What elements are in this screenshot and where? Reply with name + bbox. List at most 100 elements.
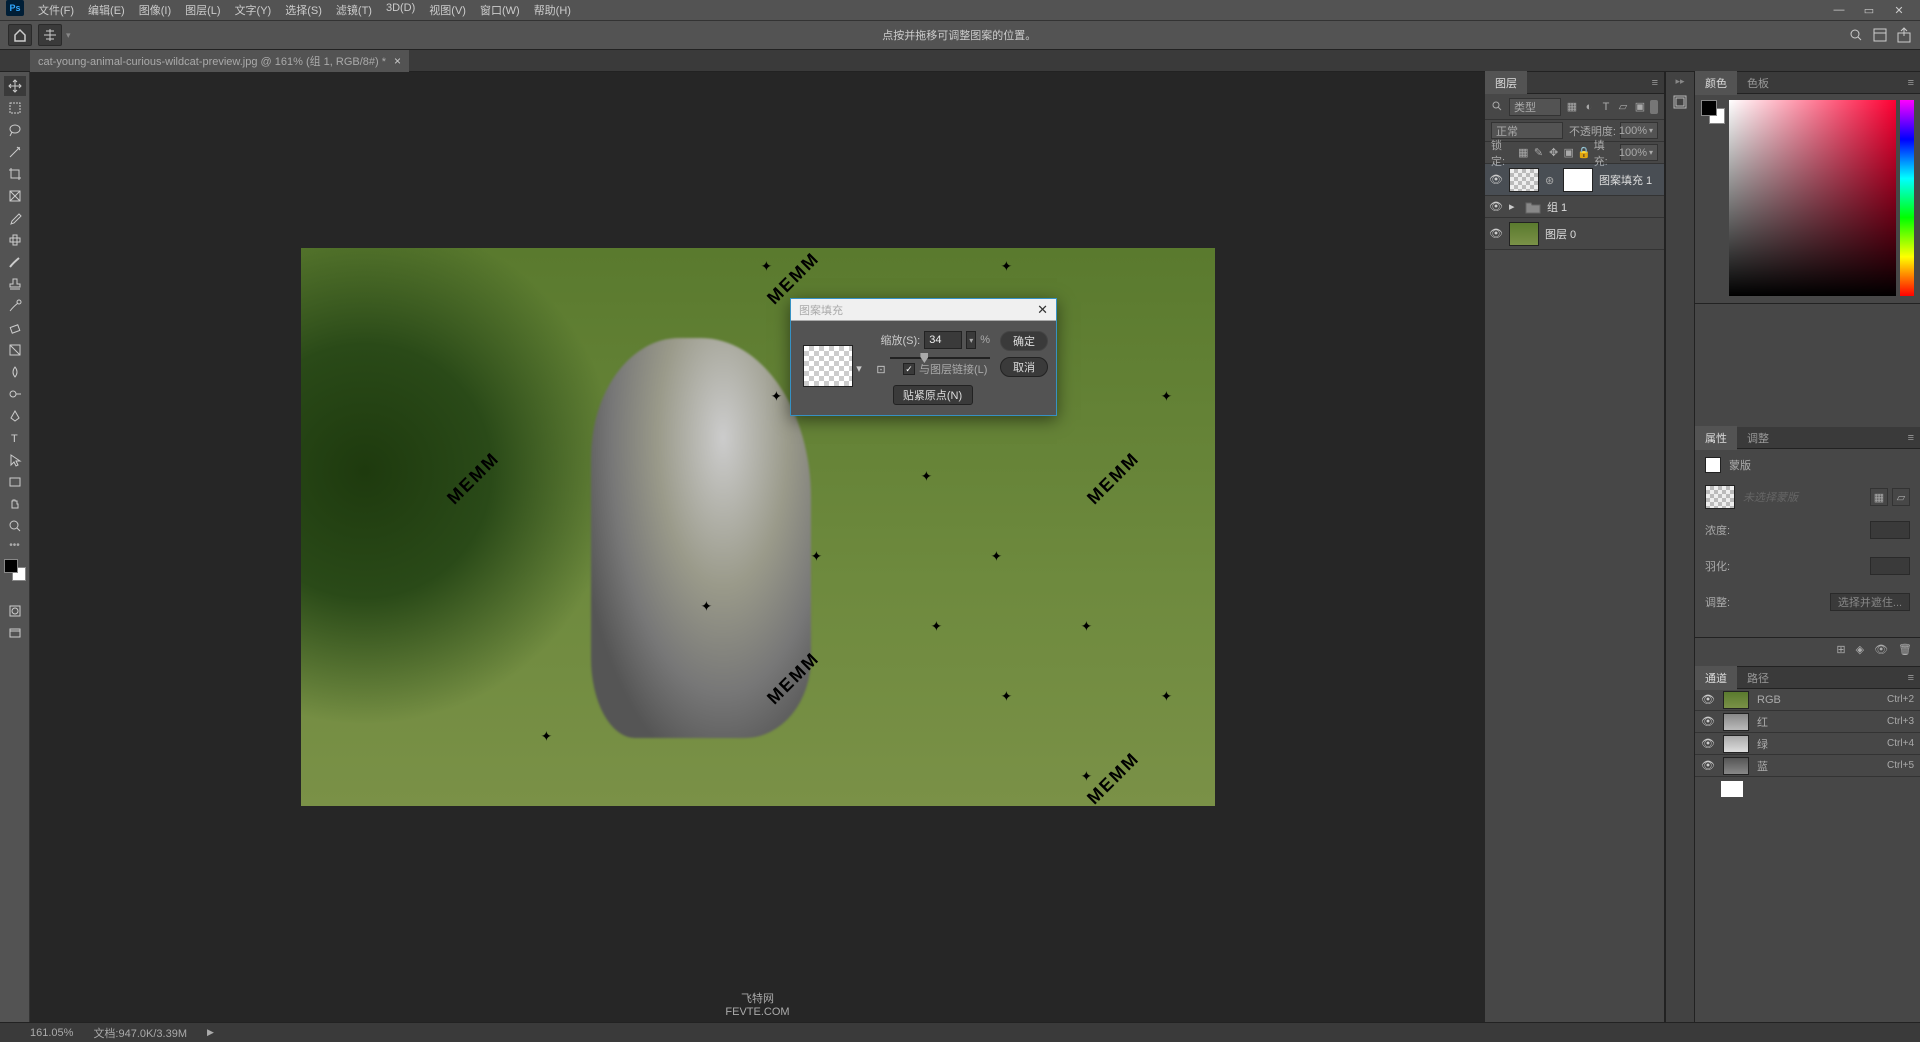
screenmode-tool[interactable] bbox=[4, 623, 26, 643]
magic-wand-tool[interactable] bbox=[4, 142, 26, 162]
feather-value[interactable] bbox=[1870, 557, 1910, 575]
link-icon[interactable]: ⊡ bbox=[875, 363, 887, 375]
tab-properties[interactable]: 属性 bbox=[1695, 426, 1737, 450]
filter-adjust-icon[interactable]: ◐ bbox=[1582, 100, 1596, 114]
close-tab-icon[interactable]: × bbox=[394, 54, 401, 68]
collapse-arrows-icon[interactable]: ▸▸ bbox=[1675, 76, 1684, 87]
select-mask-button[interactable]: 选择并遮住... bbox=[1830, 593, 1910, 611]
menu-layer[interactable]: 图层(L) bbox=[179, 0, 226, 20]
blur-tool[interactable] bbox=[4, 362, 26, 382]
layer-kind-dropdown[interactable]: 类型 bbox=[1509, 98, 1561, 116]
tab-adjustments[interactable]: 调整 bbox=[1737, 426, 1779, 450]
eraser-tool[interactable] bbox=[4, 318, 26, 338]
lock-pixels-icon[interactable]: ▦ bbox=[1517, 146, 1529, 159]
visibility-eye-icon[interactable]: 👁 bbox=[1701, 693, 1715, 707]
lock-brush-icon[interactable]: ✎ bbox=[1532, 146, 1544, 159]
arrange-icon[interactable] bbox=[1872, 27, 1888, 43]
menu-view[interactable]: 视图(V) bbox=[423, 0, 472, 20]
search-icon[interactable] bbox=[1491, 100, 1505, 114]
tab-layers[interactable]: 图层 bbox=[1485, 71, 1527, 95]
layer-link-icon[interactable]: ⊛ bbox=[1545, 174, 1557, 186]
toolbar-more-icon[interactable]: ••• bbox=[9, 540, 20, 551]
channels-panel-menu-icon[interactable]: ≡ bbox=[1902, 672, 1920, 684]
gradient-tool[interactable] bbox=[4, 340, 26, 360]
menu-edit[interactable]: 编辑(E) bbox=[82, 0, 131, 20]
stamp-tool[interactable] bbox=[4, 274, 26, 294]
type-tool[interactable]: T bbox=[4, 428, 26, 448]
history-panel-icon[interactable] bbox=[1671, 93, 1689, 111]
pattern-dropdown-icon[interactable]: ▾ bbox=[853, 331, 865, 405]
healing-tool[interactable] bbox=[4, 230, 26, 250]
canvas-area[interactable]: MEMM MEMM MEMM MEMM MEMM ✦ ✦ ✦ ✦ ✦ ✦ ✦ ✦… bbox=[30, 72, 1485, 1022]
menu-filter[interactable]: 滤镜(T) bbox=[330, 0, 378, 20]
history-brush-tool[interactable] bbox=[4, 296, 26, 316]
status-arrow-icon[interactable]: ▶ bbox=[207, 1027, 214, 1038]
ok-button[interactable]: 确定 bbox=[1000, 331, 1048, 351]
app-logo[interactable]: Ps bbox=[6, 0, 24, 16]
doc-size[interactable]: 文档:947.0K/3.39M bbox=[93, 1025, 187, 1041]
channel-row-rgb[interactable]: 👁 RGB Ctrl+2 bbox=[1695, 689, 1920, 711]
dialog-titlebar[interactable]: 图案填充 ✕ bbox=[791, 299, 1056, 321]
cancel-button[interactable]: 取消 bbox=[1000, 357, 1048, 377]
lock-artboard-icon[interactable]: ▣ bbox=[1563, 146, 1575, 159]
filter-shape-icon[interactable]: ▱ bbox=[1616, 100, 1630, 114]
visibility-eye-icon[interactable]: 👁 bbox=[1489, 173, 1503, 187]
visibility-eye-icon[interactable]: 👁 bbox=[1701, 759, 1715, 773]
opacity-value[interactable]: 100%▾ bbox=[1620, 122, 1658, 139]
dialog-close-icon[interactable]: ✕ bbox=[1037, 302, 1048, 318]
layers-panel-menu-icon[interactable]: ≡ bbox=[1646, 77, 1664, 89]
zoom-level[interactable]: 161.05% bbox=[30, 1027, 73, 1039]
lasso-tool[interactable] bbox=[4, 120, 26, 140]
tool-preset-button[interactable] bbox=[38, 24, 62, 46]
minimize-button[interactable]: — bbox=[1832, 3, 1846, 17]
channel-row-blue[interactable]: 👁 蓝 Ctrl+5 bbox=[1695, 755, 1920, 777]
menu-type[interactable]: 文字(Y) bbox=[229, 0, 278, 20]
quickmask-tool[interactable] bbox=[4, 601, 26, 621]
pixel-mask-button[interactable]: ▦ bbox=[1870, 488, 1888, 506]
frame-tool[interactable] bbox=[4, 186, 26, 206]
visibility-eye-icon[interactable]: 👁 bbox=[1701, 715, 1715, 729]
tab-channels[interactable]: 通道 bbox=[1695, 666, 1737, 690]
pattern-picker[interactable]: ▾ bbox=[799, 331, 865, 405]
tab-color[interactable]: 颜色 bbox=[1695, 71, 1737, 95]
maximize-button[interactable]: ▭ bbox=[1862, 3, 1876, 17]
layer-row-pattern-fill[interactable]: 👁 ⊛ 图案填充 1 bbox=[1485, 164, 1664, 196]
close-window-button[interactable]: ✕ bbox=[1892, 3, 1906, 17]
filter-toggle-icon[interactable] bbox=[1650, 100, 1658, 114]
menu-3d[interactable]: 3D(D) bbox=[380, 0, 421, 20]
visibility-eye-icon[interactable]: 👁 bbox=[1489, 200, 1503, 214]
fill-value[interactable]: 100%▾ bbox=[1620, 144, 1658, 161]
scale-slider[interactable] bbox=[890, 357, 990, 359]
channel-row-green[interactable]: 👁 绿 Ctrl+4 bbox=[1695, 733, 1920, 755]
color-panel-menu-icon[interactable]: ≡ bbox=[1902, 77, 1920, 89]
filter-pixel-icon[interactable]: ▦ bbox=[1565, 100, 1579, 114]
channel-row-red[interactable]: 👁 红 Ctrl+3 bbox=[1695, 711, 1920, 733]
menu-window[interactable]: 窗口(W) bbox=[474, 0, 526, 20]
density-value[interactable] bbox=[1870, 521, 1910, 539]
pen-tool[interactable] bbox=[4, 406, 26, 426]
home-button[interactable] bbox=[8, 24, 32, 46]
color-swatch-fgbg[interactable] bbox=[1701, 100, 1725, 124]
hand-tool[interactable] bbox=[4, 494, 26, 514]
filter-smart-icon[interactable]: ▣ bbox=[1633, 100, 1647, 114]
visibility-eye-icon[interactable]: 👁 bbox=[1701, 737, 1715, 751]
delete-mask-icon[interactable]: 🗑 bbox=[1898, 643, 1912, 656]
link-checkbox[interactable]: ✓ bbox=[903, 363, 915, 375]
layer-row-background[interactable]: 👁 图层 0 bbox=[1485, 218, 1664, 250]
layer-row-group[interactable]: 👁 ▸ 组 1 bbox=[1485, 196, 1664, 218]
move-tool[interactable] bbox=[4, 76, 26, 96]
invert-mask-icon[interactable]: ◈ bbox=[1856, 643, 1864, 656]
eyedropper-tool[interactable] bbox=[4, 208, 26, 228]
properties-panel-menu-icon[interactable]: ≡ bbox=[1902, 432, 1920, 444]
lock-position-icon[interactable]: ✥ bbox=[1548, 146, 1560, 159]
filter-type-icon[interactable]: T bbox=[1599, 100, 1613, 114]
tab-swatches[interactable]: 色板 bbox=[1737, 71, 1779, 95]
search-icon[interactable] bbox=[1848, 27, 1864, 43]
menu-help[interactable]: 帮助(H) bbox=[528, 0, 577, 20]
foreground-background-colors[interactable] bbox=[4, 559, 26, 581]
scale-dropdown-icon[interactable]: ▾ bbox=[966, 331, 976, 349]
menu-file[interactable]: 文件(F) bbox=[32, 0, 80, 20]
color-field[interactable] bbox=[1729, 100, 1896, 296]
hue-slider[interactable] bbox=[1900, 100, 1914, 296]
dodge-tool[interactable] bbox=[4, 384, 26, 404]
